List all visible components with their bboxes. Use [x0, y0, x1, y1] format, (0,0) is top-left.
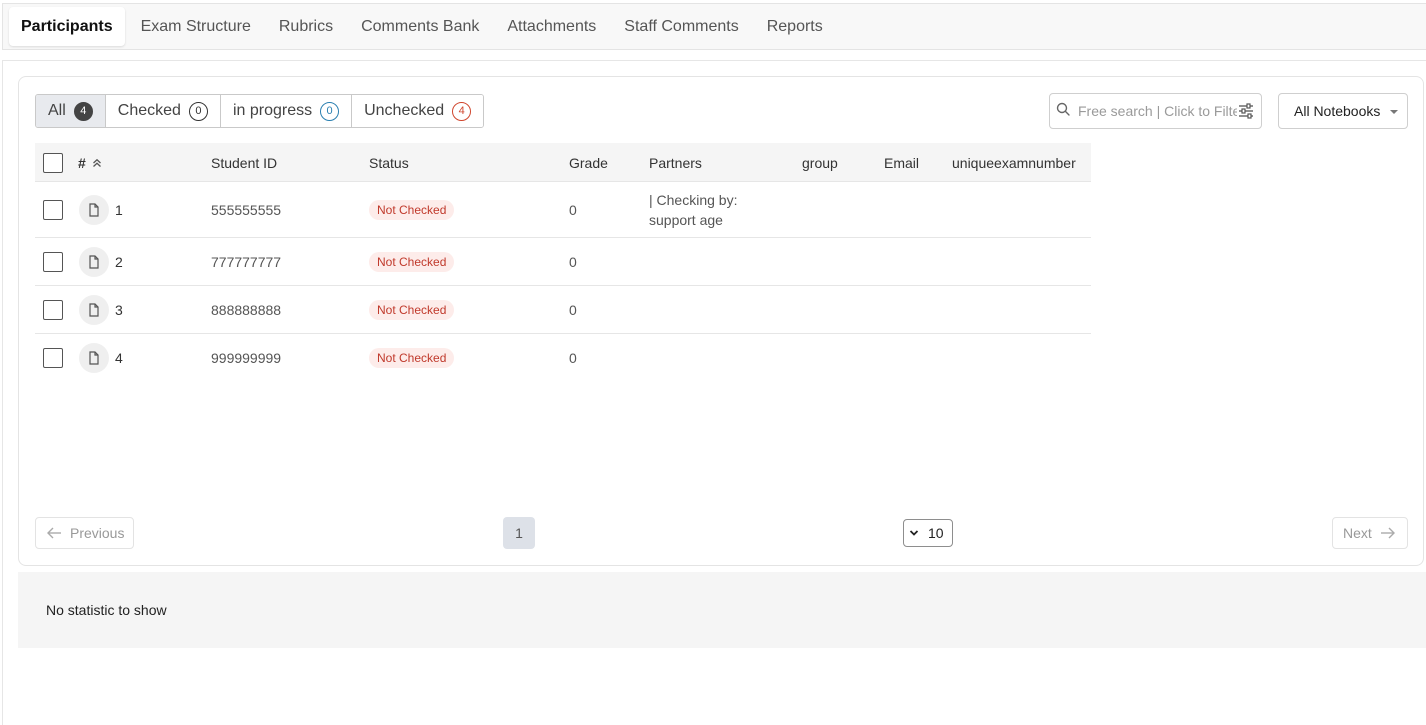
filter-in-progress-label: in progress: [232, 102, 313, 119]
row-select-cell: [43, 182, 63, 237]
status-badge: Not Checked: [369, 299, 455, 320]
column-group-header[interactable]: group: [802, 143, 838, 182]
row-number: 3: [115, 301, 123, 318]
tab-staff-comments[interactable]: Staff Comments: [612, 7, 750, 46]
row-number-cell: 1: [79, 182, 123, 237]
row-checkbox[interactable]: [43, 199, 63, 220]
tab-participants[interactable]: Participants: [9, 7, 125, 46]
row-student-id: 777777777: [211, 253, 282, 270]
row-partners: | Checking by: support age: [649, 191, 738, 228]
previous-label: Previous: [70, 525, 125, 541]
arrow-left-icon: [46, 527, 62, 539]
status-badge: Not Checked: [369, 348, 455, 368]
top-tab-bar: Participants Exam Structure Rubrics Comm…: [2, 3, 1426, 50]
row-student-id: 888888888: [211, 301, 282, 318]
page-size-select[interactable]: 10: [903, 519, 953, 547]
row-status-cell: Not Checked: [369, 334, 455, 382]
page-number-button[interactable]: 1: [503, 517, 535, 549]
row-number: 1: [115, 201, 123, 218]
participants-table: # Student ID Status Grade Partners group…: [35, 143, 1091, 382]
row-partners-cell: | Checking by: support age: [649, 182, 737, 237]
filter-in-progress-button[interactable]: in progress 0: [219, 95, 352, 127]
notebook-select[interactable]: All Notebooks: [1278, 93, 1408, 129]
tab-reports[interactable]: Reports: [755, 7, 835, 46]
next-page-button[interactable]: Next: [1332, 517, 1408, 549]
tab-attachments[interactable]: Attachments: [495, 7, 608, 46]
file-icon[interactable]: [79, 194, 109, 225]
table-row[interactable]: 1 555555555 Not Checked 0 | Checking by:…: [35, 182, 1091, 238]
filter-checked-button[interactable]: Checked 0: [104, 95, 220, 127]
table-row[interactable]: 3 888888888 Not Checked 0: [35, 286, 1091, 334]
next-label: Next: [1343, 525, 1372, 541]
search-box: [1049, 93, 1262, 129]
statistics-panel: No statistic to show: [18, 572, 1426, 648]
column-student-id-header[interactable]: Student ID: [211, 143, 277, 182]
arrow-right-icon: [1380, 527, 1396, 539]
row-checkbox[interactable]: [43, 348, 63, 368]
status-badge: Not Checked: [369, 199, 455, 220]
row-checkbox[interactable]: [43, 299, 63, 320]
column-status-header[interactable]: Status: [369, 143, 409, 182]
row-grade: 0: [569, 301, 577, 318]
row-checkbox[interactable]: [43, 251, 63, 272]
row-number-cell: 3: [79, 286, 123, 333]
filter-all-count: 4: [73, 101, 93, 121]
page-size-value: 10: [928, 525, 944, 541]
tab-comments-bank[interactable]: Comments Bank: [349, 7, 491, 46]
status-filter-group: All 4 Checked 0 in progress 0 Unchecked …: [35, 94, 485, 128]
filter-checked-count: 0: [188, 101, 208, 121]
filter-unchecked-count: 4: [452, 101, 472, 121]
row-student-id: 555555555: [211, 201, 282, 218]
column-number-header[interactable]: #: [78, 143, 102, 182]
table-row[interactable]: 4 999999999 Not Checked 0: [35, 334, 1091, 382]
column-number-label: #: [78, 154, 86, 171]
filter-unchecked-button[interactable]: Unchecked 4: [351, 95, 484, 127]
row-select-cell: [43, 238, 63, 285]
filter-all-button[interactable]: All 4: [36, 95, 105, 127]
row-select-cell: [43, 334, 63, 382]
notebook-select-value: All Notebooks: [1294, 103, 1381, 119]
column-email-header[interactable]: Email: [884, 143, 919, 182]
column-partners-header[interactable]: Partners: [649, 143, 702, 182]
row-select-cell: [43, 286, 63, 333]
row-status-cell: Not Checked: [369, 238, 455, 285]
file-icon[interactable]: [79, 246, 109, 277]
row-grade: 0: [569, 350, 577, 366]
row-number-cell: 2: [79, 238, 123, 285]
table-row[interactable]: 2 777777777 Not Checked 0: [35, 238, 1091, 286]
select-all-cell: [43, 143, 63, 182]
file-icon[interactable]: [79, 294, 109, 325]
filter-checked-label: Checked: [117, 102, 181, 119]
row-status-cell: Not Checked: [369, 286, 455, 333]
sliders-icon[interactable]: [1237, 102, 1255, 120]
row-number-cell: 4: [79, 334, 123, 382]
row-student-id: 999999999: [211, 350, 282, 366]
file-icon[interactable]: [79, 343, 109, 373]
column-unique-exam-number-header[interactable]: uniqueexamnumber: [952, 143, 1076, 182]
sort-up-icon: [92, 158, 102, 168]
row-status-cell: Not Checked: [369, 182, 455, 237]
filter-all-label: All: [48, 102, 66, 119]
row-grade: 0: [569, 253, 577, 270]
select-all-checkbox[interactable]: [43, 152, 63, 173]
tab-rubrics[interactable]: Rubrics: [267, 7, 345, 46]
row-number: 4: [115, 350, 123, 366]
chevron-down-icon: [909, 529, 919, 537]
previous-page-button[interactable]: Previous: [35, 517, 134, 549]
tab-exam-structure[interactable]: Exam Structure: [129, 7, 263, 46]
filter-in-progress-count: 0: [320, 101, 340, 121]
row-grade: 0: [569, 201, 577, 218]
search-icon: [1056, 102, 1070, 121]
status-badge: Not Checked: [369, 251, 455, 272]
caret-down-icon: [1390, 110, 1398, 114]
table-header: # Student ID Status Grade Partners group…: [35, 143, 1091, 182]
row-number: 2: [115, 253, 123, 270]
filter-unchecked-label: Unchecked: [364, 102, 445, 119]
search-input[interactable]: [1078, 103, 1237, 119]
statistics-message: No statistic to show: [46, 602, 167, 618]
column-grade-header[interactable]: Grade: [569, 143, 608, 182]
